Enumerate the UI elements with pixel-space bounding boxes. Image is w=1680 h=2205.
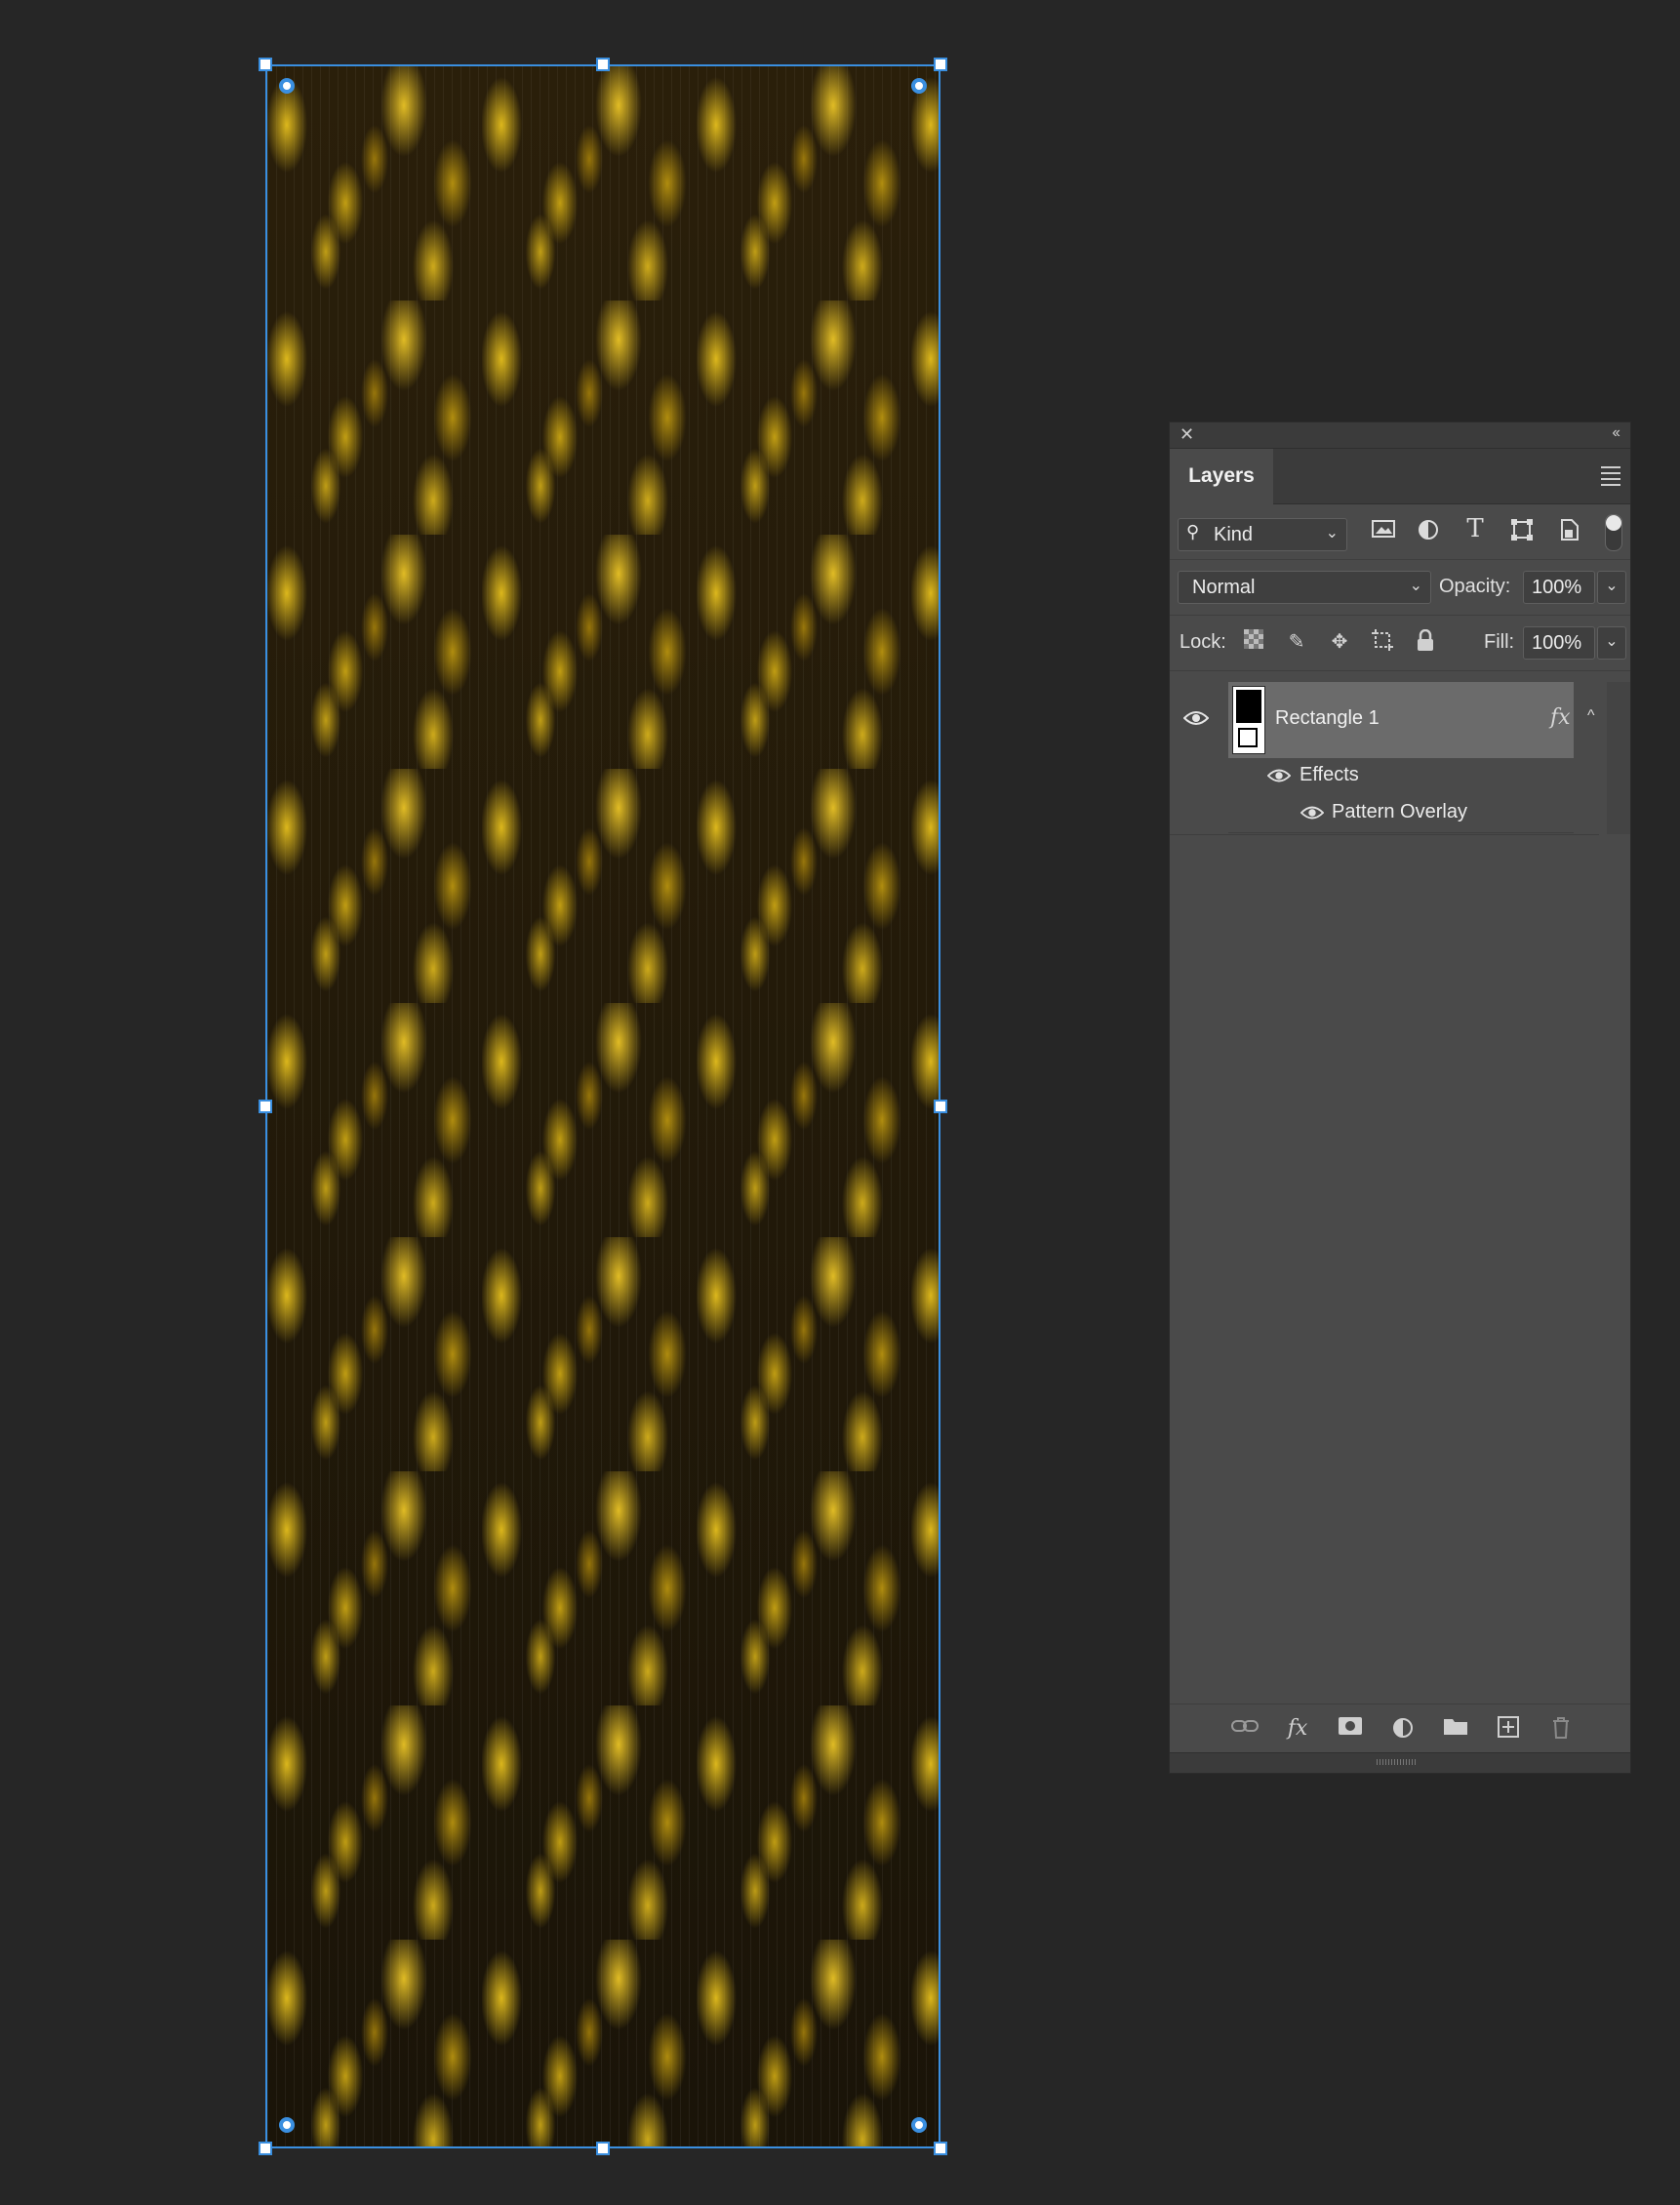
corner-radius-handle-bottom-left[interactable] (279, 2117, 295, 2133)
opacity-slider-toggle[interactable]: ⌄ (1597, 571, 1626, 604)
pattern-overlay-visibility-eye-icon[interactable] (1300, 805, 1325, 825)
lock-artboard-icon[interactable] (1369, 629, 1396, 657)
corner-radius-handle-top-right[interactable] (911, 78, 927, 94)
opacity-input[interactable]: 100% (1523, 571, 1595, 604)
lock-transparent-pixels-icon[interactable] (1240, 629, 1267, 657)
panel-menu-icon[interactable] (1601, 466, 1620, 490)
shape-layer-filter-icon[interactable] (1507, 518, 1537, 545)
filter-kind-label: Kind (1214, 524, 1254, 545)
tab-layers[interactable]: Layers (1170, 449, 1273, 504)
fill-input[interactable]: 100% (1523, 626, 1595, 660)
transform-handle-middle-right[interactable] (934, 1100, 947, 1113)
fill-label: Fill: (1484, 631, 1515, 653)
filter-row: ⚲ Kind ⌄ T (1170, 504, 1630, 560)
add-mask-icon[interactable] (1336, 1716, 1365, 1745)
new-adjustment-layer-icon[interactable] (1388, 1716, 1418, 1745)
layer-list-scrollbar[interactable] (1607, 682, 1630, 834)
new-group-folder-icon[interactable] (1441, 1716, 1470, 1745)
corner-radius-handle-bottom-right[interactable] (911, 2117, 927, 2133)
corner-radius-handle-top-left[interactable] (279, 78, 295, 94)
pattern-rectangle-canvas[interactable] (265, 64, 940, 2148)
lock-image-pixels-icon[interactable]: ✎ (1283, 629, 1310, 657)
transform-handle-top-center[interactable] (596, 58, 610, 71)
panel-footer: fx (1170, 1704, 1630, 1753)
transform-handle-top-right[interactable] (934, 58, 947, 71)
blend-row: Normal ⌄ Opacity: 100% ⌄ (1170, 560, 1630, 616)
lock-position-icon[interactable]: ✥ (1326, 629, 1353, 657)
panel-resize-grip[interactable] (1170, 1752, 1630, 1773)
transform-handle-top-left[interactable] (259, 58, 272, 71)
adjustment-layer-filter-icon[interactable] (1414, 518, 1443, 545)
effects-label: Effects (1300, 764, 1359, 785)
blend-mode-value: Normal (1192, 577, 1256, 598)
collapse-panel-icon[interactable]: ‹‹ (1612, 424, 1620, 442)
effects-row[interactable]: Effects (1228, 758, 1574, 794)
panel-tab-bar: Layers (1170, 449, 1630, 504)
chevron-down-icon: ⌄ (1325, 525, 1339, 541)
transform-handle-bottom-center[interactable] (596, 2142, 610, 2155)
close-panel-icon[interactable]: ✕ (1180, 424, 1194, 445)
link-layers-icon[interactable] (1230, 1716, 1260, 1745)
fill-slider-toggle[interactable]: ⌄ (1597, 626, 1626, 660)
layer-row-rectangle-1[interactable]: Rectangle 1 fx ^ (1170, 682, 1599, 758)
transform-handle-middle-left[interactable] (259, 1100, 272, 1113)
filter-toggle-switch[interactable] (1605, 514, 1622, 551)
lock-all-icon[interactable] (1412, 628, 1439, 657)
opacity-label: Opacity: (1439, 576, 1511, 597)
layer-fx-icon[interactable]: fx (1550, 705, 1571, 730)
effects-visibility-eye-icon[interactable] (1266, 768, 1292, 788)
layer-name[interactable]: Rectangle 1 (1275, 707, 1380, 730)
search-icon: ⚲ (1186, 522, 1200, 541)
smart-object-filter-icon[interactable] (1554, 518, 1583, 545)
list-divider (1170, 834, 1599, 835)
lock-label: Lock: (1180, 631, 1226, 653)
collapse-effects-chevron-icon[interactable]: ^ (1587, 707, 1595, 725)
pattern-overlay-label: Pattern Overlay (1332, 801, 1467, 822)
chevron-down-icon: ⌄ (1409, 578, 1422, 594)
delete-layer-trash-icon[interactable] (1546, 1716, 1576, 1745)
lock-row: Lock: ✎ ✥ Fill: 100% ⌄ (1170, 616, 1630, 671)
transform-handle-bottom-left[interactable] (259, 2142, 272, 2155)
new-layer-icon[interactable] (1494, 1716, 1523, 1745)
add-layer-style-icon[interactable]: fx (1283, 1716, 1312, 1745)
effect-item-pattern-overlay[interactable]: Pattern Overlay (1228, 793, 1574, 833)
layers-panel: ✕ ‹‹ Layers ⚲ Kind ⌄ T Normal ⌄ Opacity:… (1169, 421, 1631, 1774)
transform-handle-bottom-right[interactable] (934, 2142, 947, 2155)
panel-title-bar: ✕ ‹‹ (1170, 422, 1630, 449)
filter-kind-dropdown[interactable]: ⚲ Kind ⌄ (1178, 518, 1347, 551)
type-layer-filter-icon[interactable]: T (1460, 514, 1490, 543)
pixel-layer-filter-icon[interactable] (1369, 518, 1398, 545)
blend-mode-dropdown[interactable]: Normal ⌄ (1178, 571, 1431, 604)
layer-thumbnail[interactable] (1232, 686, 1265, 754)
layer-list: Rectangle 1 fx ^ Effects Pattern Overlay (1170, 682, 1630, 1712)
